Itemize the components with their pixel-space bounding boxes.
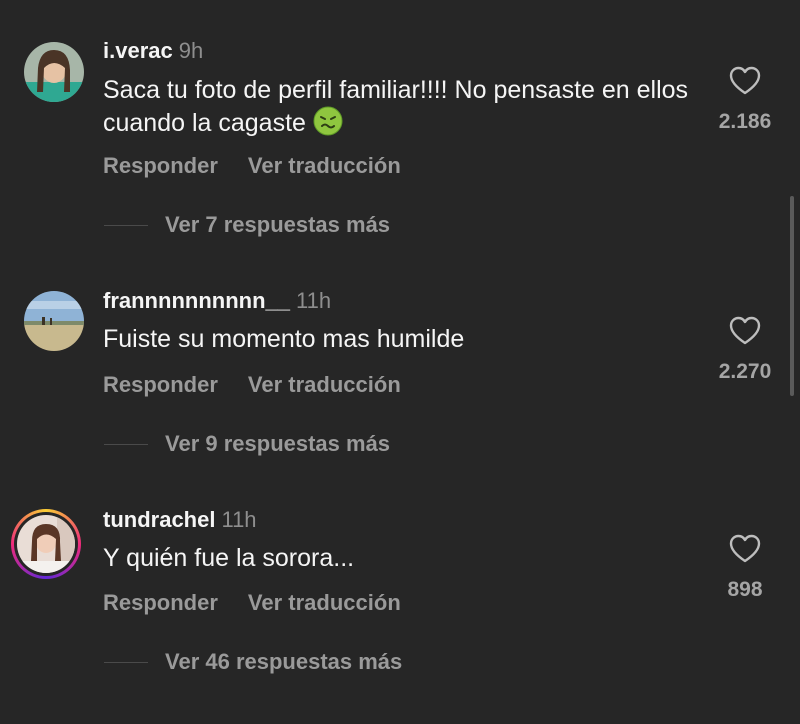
avatar[interactable] <box>11 509 81 579</box>
comment-body: Y quién fue la sorora... <box>103 544 355 572</box>
reply-button[interactable]: Responder <box>103 372 218 397</box>
view-replies-button[interactable]: Ver 7 respuestas más <box>104 212 390 238</box>
avatar-image <box>17 515 75 573</box>
divider <box>104 224 148 226</box>
heart-icon[interactable] <box>729 316 761 346</box>
view-replies-label: Ver 7 respuestas más <box>165 212 391 237</box>
avatar-image <box>24 42 84 102</box>
comment-text: Fuiste su momento mas humilde <box>103 323 693 355</box>
view-replies-button[interactable]: Ver 9 respuestas más <box>104 431 390 457</box>
timestamp: 9h <box>178 38 204 63</box>
comment-header: frannnnnnnnnn__ 11h <box>103 288 331 314</box>
view-replies-label: Ver 9 respuestas más <box>165 431 391 456</box>
divider <box>104 443 148 445</box>
username[interactable]: frannnnnnnnnn__ <box>103 288 290 313</box>
like-count: 2.186 <box>718 110 772 133</box>
comment-header: tundrachel 11h <box>103 507 257 533</box>
comment-actions: Responder Ver traducción <box>103 372 431 398</box>
like-control: 2.186 <box>714 66 776 134</box>
comment-header: i.verac 9h <box>103 38 203 64</box>
divider <box>104 661 148 663</box>
like-control: 898 <box>714 534 776 602</box>
heart-icon[interactable] <box>729 66 761 96</box>
comment-text: Y quién fue la sorora... <box>103 542 693 574</box>
reply-button[interactable]: Responder <box>103 153 218 178</box>
nauseated-face-emoji <box>313 106 343 136</box>
comment-body: Fuiste su momento mas humilde <box>103 325 465 353</box>
heart-icon[interactable] <box>729 534 761 564</box>
view-replies-label: Ver 46 respuestas más <box>165 649 403 674</box>
timestamp: 11h <box>295 288 332 313</box>
username[interactable]: i.verac <box>103 38 173 63</box>
comment-actions: Responder Ver traducción <box>103 590 431 616</box>
comment-body: Saca tu foto de perfil familiar!!!! No p… <box>103 76 689 137</box>
like-count: 898 <box>727 578 763 601</box>
translate-button[interactable]: Ver traducción <box>248 372 401 397</box>
username[interactable]: tundrachel <box>103 507 215 532</box>
comment-text: Saca tu foto de perfil familiar!!!! No p… <box>103 74 693 139</box>
translate-button[interactable]: Ver traducción <box>248 590 401 615</box>
translate-button[interactable]: Ver traducción <box>248 153 401 178</box>
story-ring <box>14 512 78 576</box>
avatar[interactable] <box>24 42 84 102</box>
comment-actions: Responder Ver traducción <box>103 153 431 179</box>
like-control: 2.270 <box>714 316 776 384</box>
avatar-image <box>24 291 84 351</box>
like-count: 2.270 <box>718 360 772 383</box>
avatar[interactable] <box>24 291 84 351</box>
view-replies-button[interactable]: Ver 46 respuestas más <box>104 649 402 675</box>
reply-button[interactable]: Responder <box>103 590 218 615</box>
scrollbar[interactable] <box>790 196 794 396</box>
timestamp: 11h <box>221 507 257 532</box>
